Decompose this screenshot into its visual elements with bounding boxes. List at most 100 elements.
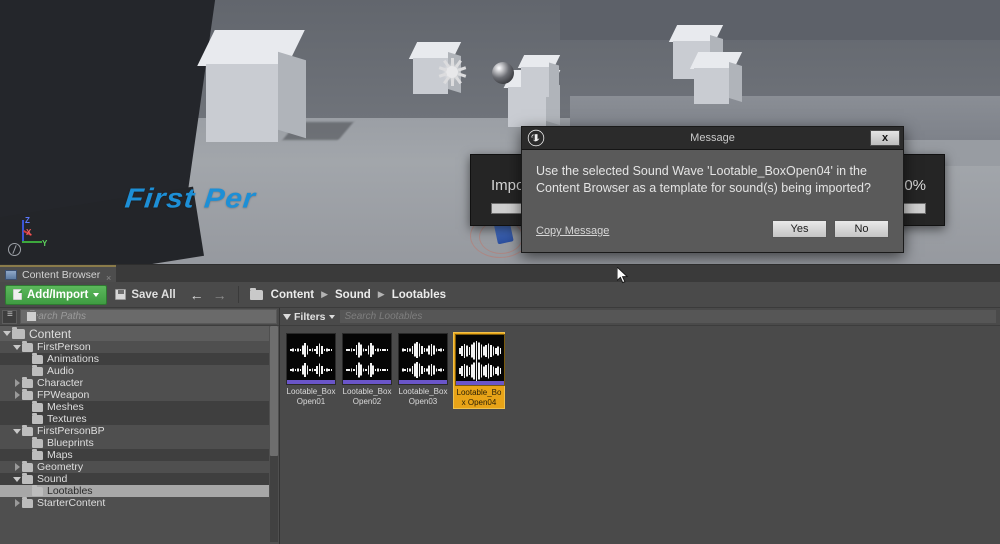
- tree-item-animations[interactable]: Animations: [0, 352, 269, 365]
- waveform-bar: [358, 362, 360, 378]
- asset-tile[interactable]: Lootable_Box Open01: [285, 332, 337, 409]
- chevron-down-icon[interactable]: [12, 344, 22, 350]
- add-import-button[interactable]: Add/Import: [5, 284, 108, 305]
- search-paths-input[interactable]: Search Paths 🔍: [20, 309, 277, 324]
- triangle-down: [13, 344, 21, 350]
- path-tree[interactable]: Content FirstPerson Animations Audio Charact…: [0, 326, 269, 544]
- waveform-bar: [475, 341, 478, 361]
- breadcrumb-item-sound[interactable]: Sound: [335, 289, 371, 301]
- viewport-sphere[interactable]: [492, 62, 514, 84]
- tree-item-startercontent[interactable]: StarterContent: [0, 496, 269, 509]
- waveform-bar: [330, 349, 333, 351]
- tree-item-blueprints[interactable]: Blueprints: [0, 436, 269, 449]
- waveform-icon: [346, 342, 390, 358]
- waveform-bar: [309, 349, 311, 351]
- waveform-bar: [302, 365, 304, 375]
- tree-item-textures[interactable]: Textures: [0, 412, 269, 425]
- waveform-bar: [346, 349, 348, 351]
- waveform-bar: [490, 365, 492, 377]
- waveform-bar: [435, 348, 438, 352]
- folder-icon: [32, 436, 43, 448]
- waveform-bar: [416, 362, 418, 378]
- waveform-bar: [290, 369, 292, 371]
- folder-icon: [249, 287, 263, 300]
- waveform-bar: [309, 369, 311, 371]
- asset-thumbnail: [286, 333, 336, 385]
- breadcrumb-item-lootables[interactable]: Lootables: [392, 289, 446, 301]
- waveform-bar: [374, 369, 377, 371]
- tree-scrollbar-thumb[interactable]: [270, 326, 278, 456]
- folder-icon: [22, 496, 33, 508]
- chevron-right-icon[interactable]: [12, 391, 22, 399]
- tree-item-sound[interactable]: Sound: [0, 472, 269, 485]
- chevron-right-icon[interactable]: [12, 463, 22, 471]
- no-button[interactable]: No: [834, 220, 889, 238]
- waveform-bar: [355, 345, 358, 355]
- light-ray: [442, 75, 450, 85]
- asset-thumbnail: [342, 333, 392, 385]
- tab-content-browser[interactable]: Content Browser ×: [0, 265, 117, 283]
- waveform-bar: [374, 349, 377, 351]
- message-dialog-titlebar[interactable]: Message x: [522, 127, 903, 150]
- tree-item-lootables[interactable]: Lootables: [0, 484, 269, 497]
- waveform-bar: [485, 345, 487, 357]
- search-assets-input[interactable]: Search Lootables: [338, 309, 997, 324]
- breadcrumb-item-content[interactable]: Content: [271, 289, 314, 301]
- copy-message-link[interactable]: Copy Message: [536, 225, 609, 237]
- tree-item-meshes[interactable]: Meshes: [0, 400, 269, 413]
- light-ray: [450, 58, 454, 66]
- waveform-bar: [377, 348, 379, 352]
- asset-label: Lootable_Box Open01: [286, 387, 336, 406]
- breadcrumb-separator: ▶: [321, 289, 329, 299]
- waveform-bar: [497, 346, 499, 356]
- waveform-bar: [438, 349, 440, 351]
- navigation-arrows: ← →: [190, 288, 227, 302]
- filters-button[interactable]: Filters: [283, 311, 335, 323]
- yes-button[interactable]: Yes: [772, 220, 827, 238]
- light-source-icon[interactable]: [438, 58, 466, 86]
- content-browser-split: Search Paths 🔍 ContentFirstPersonAnimati…: [0, 308, 1000, 544]
- chevron-down-icon[interactable]: [2, 331, 12, 336]
- waveform-bar: [382, 349, 384, 351]
- tree-item-content[interactable]: Content: [0, 326, 269, 341]
- waveform-bar: [328, 369, 330, 371]
- back-arrow-icon[interactable]: ←: [190, 288, 204, 302]
- folder-icon: [32, 352, 43, 364]
- collapse-sources-icon[interactable]: [2, 309, 17, 324]
- asset-tile[interactable]: Lootable_Box Open03: [397, 332, 449, 409]
- chevron-down-icon[interactable]: [12, 476, 22, 482]
- message-dialog-title: Message: [690, 132, 735, 144]
- folder-icon: [22, 460, 33, 472]
- asset-tile[interactable]: Lootable_Box Open02: [341, 332, 393, 409]
- tree-item-geometry[interactable]: Geometry: [0, 460, 269, 473]
- waveform-bar: [414, 363, 416, 377]
- folder-icon: [32, 364, 43, 376]
- tree-item-firstperson[interactable]: FirstPerson: [0, 340, 269, 353]
- chevron-right-icon[interactable]: [12, 379, 22, 387]
- waveform-bar: [423, 368, 426, 372]
- tree-item-maps[interactable]: Maps: [0, 448, 269, 461]
- waveform-bar: [360, 364, 362, 376]
- waveform-bar: [353, 349, 355, 351]
- folder-icon: [32, 484, 43, 496]
- viewport-help-icon[interactable]: [8, 243, 21, 256]
- tree-scrollbar[interactable]: [270, 326, 278, 542]
- tree-item-label: Blueprints: [47, 437, 94, 449]
- asset-type-strip: [456, 381, 504, 385]
- tree-item-fpweapon[interactable]: FPWeapon: [0, 388, 269, 401]
- tree-item-audio[interactable]: Audio: [0, 364, 269, 377]
- view-options-icon[interactable]: [26, 311, 37, 322]
- tree-item-firstpersonbp[interactable]: FirstPersonBP: [0, 424, 269, 437]
- close-icon[interactable]: x: [870, 130, 900, 146]
- forward-arrow-icon[interactable]: →: [213, 288, 227, 302]
- save-all-button[interactable]: Save All: [115, 289, 176, 301]
- app-root: First Per Z Y X Impo 0% Message x Use th…: [0, 0, 1000, 544]
- asset-tile[interactable]: Lootable_Box Open04: [453, 332, 505, 409]
- message-dialog[interactable]: Message x Use the selected Sound Wave 'L…: [521, 126, 904, 253]
- waveform-bar: [468, 367, 471, 375]
- tree-item-character[interactable]: Character: [0, 376, 269, 389]
- asset-grid: Lootable_Box Open01 Lootable_Box Open02 Lo…: [285, 332, 505, 409]
- chevron-right-icon[interactable]: [12, 499, 22, 507]
- cube-front-face: [206, 64, 278, 142]
- chevron-down-icon[interactable]: [12, 428, 22, 434]
